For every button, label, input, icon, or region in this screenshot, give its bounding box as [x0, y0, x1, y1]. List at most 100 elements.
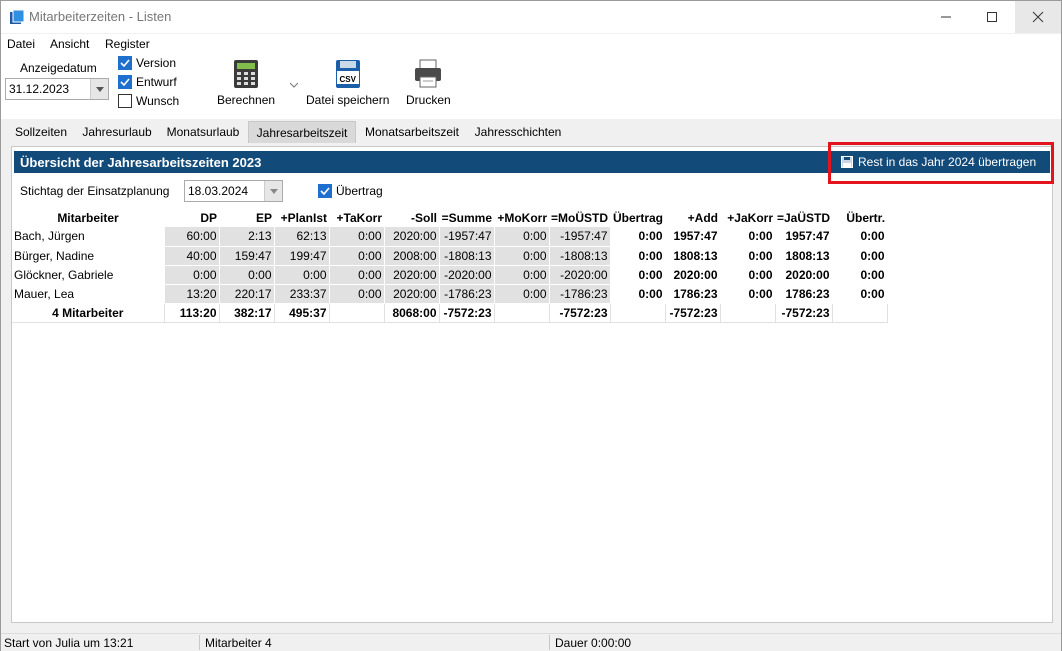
- table-cell: 0:00: [832, 227, 888, 247]
- column-header[interactable]: +Add: [665, 208, 720, 227]
- status-start: Start von Julia um 13:21: [4, 636, 134, 650]
- menu-register[interactable]: Register: [105, 37, 150, 51]
- table-cell: 0:00: [720, 227, 776, 247]
- status-divider: [549, 635, 550, 650]
- tab-monatsurlaub[interactable]: Monatsurlaub: [159, 121, 247, 143]
- table-cell: 13:20: [164, 284, 220, 304]
- table-cell: 2:13: [219, 227, 275, 247]
- table-row[interactable]: Mauer, Lea 13:20 220:17 233:37 0:00 2020:00 -1…: [12, 284, 888, 304]
- table-cell: 1957:47: [665, 227, 721, 247]
- total-cell: 113:20: [164, 303, 220, 323]
- stichtag-dropdown-button[interactable]: [264, 181, 282, 201]
- entwurf-checkbox[interactable]: Entwurf: [118, 75, 177, 89]
- printer-icon: [415, 59, 442, 88]
- wunsch-label: Wunsch: [136, 94, 180, 108]
- table-cell: 0:00: [494, 227, 550, 247]
- table-cell: 0:00: [329, 227, 385, 247]
- stichtag-combobox[interactable]: 18.03.2024: [184, 180, 283, 202]
- column-header[interactable]: Mitarbeiter: [12, 208, 164, 227]
- status-bar: Start von Julia um 13:21 Mitarbeiter 4 D…: [1, 633, 1061, 651]
- table-cell: 0:00: [832, 265, 888, 285]
- table-cell: 60:00: [164, 227, 220, 247]
- table-cell: 0:00: [832, 246, 888, 266]
- csv-icon-text: CSV: [339, 75, 356, 84]
- wunsch-checkbox[interactable]: Wunsch: [118, 94, 179, 108]
- toolbar: Anzeigedatum 31.12.2023 Version Entwurf …: [1, 54, 1061, 119]
- column-header[interactable]: +MoKorr: [494, 208, 549, 227]
- column-header[interactable]: EP: [219, 208, 274, 227]
- panel-title: Übersicht der Jahresarbeitszeiten 2023: [20, 155, 262, 170]
- column-header[interactable]: Übertrag: [610, 208, 665, 227]
- total-cell: [329, 303, 385, 323]
- table-cell: 0:00: [720, 265, 776, 285]
- tab-monatsarbeitszeit[interactable]: Monatsarbeitszeit: [357, 121, 467, 143]
- table-cell: 40:00: [164, 246, 220, 266]
- chevron-down-icon: [95, 86, 104, 92]
- total-cell: [720, 303, 776, 323]
- total-cell: -7572:23: [665, 303, 721, 323]
- date-label: Anzeigedatum: [20, 61, 97, 75]
- column-header[interactable]: =JaÜSTD: [775, 208, 833, 227]
- column-header[interactable]: =Summe: [439, 208, 494, 227]
- table-cell: 220:17: [219, 284, 275, 304]
- total-cell: -7572:23: [549, 303, 611, 323]
- table-cell: -2020:00: [549, 265, 611, 285]
- chevron-down-icon[interactable]: [290, 82, 298, 88]
- table-cell: 0:00: [832, 284, 888, 304]
- table-row[interactable]: Bürger, Nadine 40:00 159:47 199:47 0:00 2008:…: [12, 246, 888, 266]
- checkbox-unchecked-icon: [118, 94, 132, 108]
- table-cell: 0:00: [494, 284, 550, 304]
- total-label-cell: 4 Mitarbeiter: [12, 303, 165, 323]
- tab-jahresschichten[interactable]: Jahresschichten: [467, 121, 569, 143]
- table-header-row: Mitarbeiter DP EP +PlanIst +TaKorr -Soll =Summ…: [12, 208, 888, 227]
- table-row[interactable]: Glöckner, Gabriele 0:00 0:00 0:00 0:00 2020:0…: [12, 265, 888, 285]
- table-cell: 2020:00: [384, 265, 440, 285]
- total-cell: -7572:23: [439, 303, 495, 323]
- table-row[interactable]: Bach, Jürgen 60:00 2:13 62:13 0:00 2020:00 -19…: [12, 227, 888, 247]
- datei-speichern-button[interactable]: CSV Datei speichern: [306, 59, 389, 107]
- table-cell: 0:00: [720, 284, 776, 304]
- checkbox-checked-icon: [118, 75, 132, 89]
- version-checkbox[interactable]: Version: [118, 56, 176, 70]
- table-cell: 0:00: [610, 246, 666, 266]
- entwurf-label: Entwurf: [136, 75, 177, 89]
- table-cell: 2008:00: [384, 246, 440, 266]
- tab-jahresurlaub[interactable]: Jahresurlaub: [75, 121, 159, 143]
- minimize-button[interactable]: [923, 1, 969, 33]
- table-cell: 1957:47: [775, 227, 833, 247]
- column-header[interactable]: DP: [164, 208, 219, 227]
- employee-name-cell: Bürger, Nadine: [12, 246, 165, 266]
- column-header[interactable]: =MoÜSTD: [549, 208, 610, 227]
- close-button[interactable]: [1015, 1, 1061, 33]
- status-count: Mitarbeiter 4: [205, 636, 272, 650]
- table-cell: -1786:23: [549, 284, 611, 304]
- column-header[interactable]: +TaKorr: [329, 208, 384, 227]
- table-cell: 62:13: [274, 227, 330, 247]
- column-header[interactable]: +JaKorr: [720, 208, 775, 227]
- tab-sollzeiten[interactable]: Sollzeiten: [7, 121, 75, 143]
- table-cell: 0:00: [274, 265, 330, 285]
- drucken-button[interactable]: Drucken: [406, 59, 451, 107]
- maximize-button[interactable]: [969, 1, 1015, 33]
- berechnen-button[interactable]: Berechnen: [217, 59, 275, 107]
- column-header[interactable]: +PlanIst: [274, 208, 329, 227]
- table-cell: 199:47: [274, 246, 330, 266]
- title-bar: Mitarbeiterzeiten - Listen: [1, 1, 1061, 33]
- employee-name-cell: Glöckner, Gabriele: [12, 265, 165, 285]
- uebertrag-checkbox[interactable]: Übertrag: [318, 184, 383, 198]
- tab-jahresarbeitszeit[interactable]: Jahresarbeitszeit: [248, 121, 356, 143]
- highlight-box: [828, 142, 1054, 184]
- table-cell: 159:47: [219, 246, 275, 266]
- table-cell: 1786:23: [665, 284, 721, 304]
- menu-ansicht[interactable]: Ansicht: [50, 37, 89, 51]
- menu-datei[interactable]: Datei: [7, 37, 35, 51]
- column-header[interactable]: -Soll: [384, 208, 439, 227]
- table-cell: 1808:13: [665, 246, 721, 266]
- column-header[interactable]: Übertr.: [832, 208, 888, 227]
- date-dropdown-button[interactable]: [90, 79, 108, 99]
- drucken-label: Drucken: [406, 93, 451, 107]
- date-combobox[interactable]: 31.12.2023: [5, 78, 109, 100]
- table-cell: 0:00: [720, 246, 776, 266]
- table-cell: 0:00: [610, 265, 666, 285]
- table-cell: 0:00: [494, 265, 550, 285]
